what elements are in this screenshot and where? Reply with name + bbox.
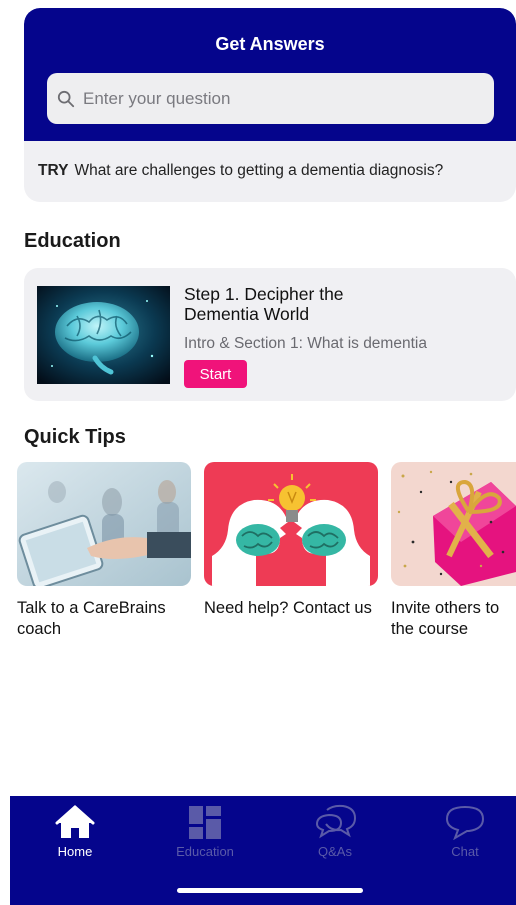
quick-tips-section-title: Quick Tips xyxy=(24,426,126,448)
tab-home[interactable]: Home xyxy=(25,804,125,859)
home-icon xyxy=(55,805,95,838)
tab-chat[interactable]: Chat xyxy=(415,804,515,859)
quick-tip-coach[interactable]: Talk to a CareBrains coach xyxy=(17,462,192,640)
try-question: What are challenges to getting a dementi… xyxy=(74,162,444,179)
home-indicator xyxy=(177,888,363,893)
quick-tip-label: Talk to a CareBrains coach xyxy=(17,599,166,638)
quick-tip-label: Need help? Contact us xyxy=(204,599,372,617)
education-card-title: Step 1. Decipher the Dementia World xyxy=(184,284,344,324)
dashboard-icon xyxy=(189,806,221,839)
chat-bubbles-icon xyxy=(315,804,357,839)
education-section-title: Education xyxy=(24,230,121,252)
quick-tip-help[interactable]: Need help? Contact us xyxy=(204,462,379,619)
tab-qas-label: Q&As xyxy=(318,844,352,859)
quick-tip-label: Invite others to the course xyxy=(391,599,500,638)
education-card[interactable]: Step 1. Decipher the Dementia World Intr… xyxy=(24,268,516,401)
tablet-coach-photo xyxy=(17,462,191,586)
get-answers-card: Get Answers TRY What are challenges to ge… xyxy=(24,8,516,202)
tab-education-label: Education xyxy=(176,844,234,859)
search-input[interactable] xyxy=(83,88,463,109)
education-card-subtitle: Intro & Section 1: What is dementia xyxy=(184,335,427,352)
search-icon xyxy=(57,90,75,107)
tab-qas[interactable]: Q&As xyxy=(285,804,385,859)
try-suggestion[interactable]: TRY What are challenges to getting a deme… xyxy=(38,162,443,180)
brains-lightbulb-illustration xyxy=(204,462,378,586)
get-answers-title: Get Answers xyxy=(215,34,325,54)
start-button[interactable]: Start xyxy=(184,360,247,388)
search-box[interactable] xyxy=(47,73,494,124)
quick-tip-invite[interactable]: Invite others to the course xyxy=(391,462,516,640)
tab-education[interactable]: Education xyxy=(155,804,255,859)
try-prefix: TRY xyxy=(38,162,69,179)
tab-home-label: Home xyxy=(57,844,93,859)
tab-chat-label: Chat xyxy=(451,844,479,859)
gift-box-photo xyxy=(391,462,516,586)
get-answers-header: Get Answers xyxy=(24,8,516,141)
bottom-tab-bar: Home Education Q&As Chat xyxy=(10,796,516,905)
chat-bubble-icon xyxy=(445,805,485,840)
brain-image xyxy=(37,286,170,384)
